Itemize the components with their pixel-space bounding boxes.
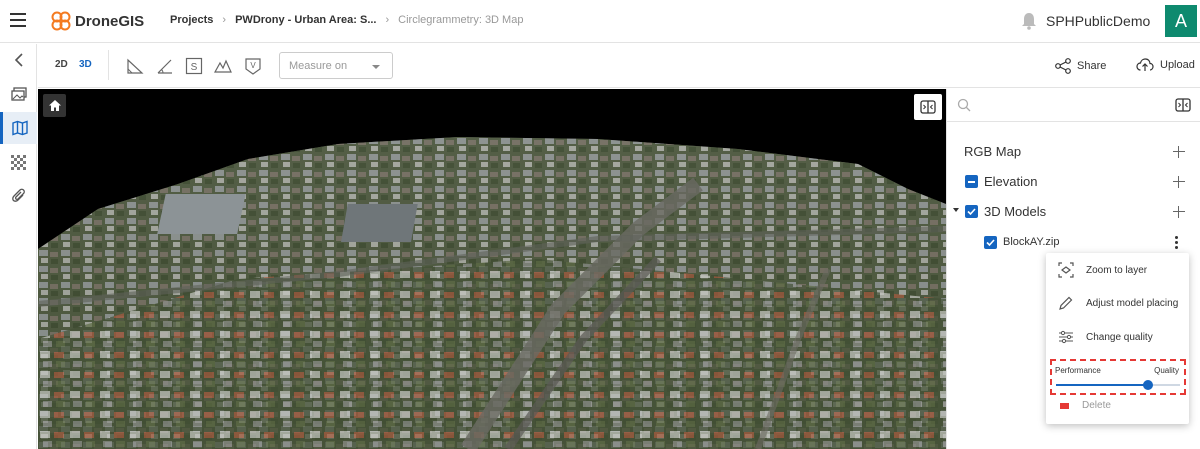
share-label: Share	[1077, 60, 1107, 72]
measure-profile-icon[interactable]	[214, 57, 232, 75]
gallery-icon	[10, 87, 27, 101]
home-button[interactable]	[43, 94, 66, 117]
checkbox-partial[interactable]	[965, 175, 978, 188]
zoom-to-layer-icon	[1058, 262, 1074, 278]
logo-icon	[51, 11, 71, 31]
layer-label: Elevation	[984, 174, 1038, 189]
search-icon	[957, 98, 971, 112]
layer-label: BlockAY.zip	[1003, 236, 1060, 248]
chevron-right-icon: ›	[222, 14, 227, 26]
breadcrumb: Projects › PWDrony - Urban Area: S... › …	[170, 14, 523, 26]
measure-area-icon[interactable]	[126, 57, 144, 75]
checkbox-checked[interactable]	[984, 236, 997, 249]
menu-item-label: Change quality	[1086, 332, 1153, 343]
tune-icon	[1059, 330, 1073, 344]
upload-label: Upload	[1160, 59, 1195, 71]
zoom-to-layer-item[interactable]: Zoom to layer	[1046, 254, 1189, 286]
top-header: DroneGIS Projects › PWDrony - Urban Area…	[0, 0, 1200, 43]
grid-button[interactable]	[0, 146, 37, 178]
share-icon	[1055, 58, 1071, 74]
mode-2d-button[interactable]: 2D	[55, 59, 68, 70]
menu-item-label: Zoom to layer	[1086, 265, 1148, 276]
more-vert-icon[interactable]	[1175, 236, 1179, 250]
app-name: DroneGIS	[75, 12, 145, 30]
svg-text:V: V	[250, 61, 256, 70]
quality-slider-highlight: Performance Quality	[1050, 359, 1186, 395]
bell-icon[interactable]	[1021, 12, 1037, 30]
city-3d-model[interactable]	[38, 89, 946, 449]
menu-icon[interactable]	[10, 13, 26, 27]
pencil-icon	[1059, 296, 1073, 310]
breadcrumb-current: Circlegrammetry: 3D Map	[398, 14, 524, 26]
delete-icon	[1060, 403, 1069, 409]
attachment-icon	[11, 188, 25, 202]
left-rail	[0, 44, 37, 449]
username[interactable]: SPHPublicDemo	[1046, 13, 1150, 29]
home-icon	[48, 100, 61, 111]
measure-surface-icon[interactable]: S	[185, 57, 203, 75]
breadcrumb-project[interactable]: PWDrony - Urban Area: S...	[235, 14, 376, 26]
back-button[interactable]	[0, 44, 37, 76]
check-icon	[986, 239, 995, 247]
measure-on-placeholder: Measure on	[289, 60, 348, 72]
breadcrumb-projects[interactable]: Projects	[170, 14, 213, 26]
measure-volume-icon[interactable]: V	[244, 57, 262, 75]
toolbar-divider	[108, 50, 109, 80]
map-toolbar: 2D 3D S V Measure on Share Upload	[38, 44, 1200, 88]
quality-label: Quality	[1154, 366, 1179, 375]
checkbox-checked[interactable]	[965, 205, 978, 218]
layer-search-input[interactable]	[975, 96, 1155, 114]
delete-item[interactable]: Delete	[1082, 400, 1111, 408]
map-button[interactable]	[0, 112, 37, 144]
layer-context-menu: Zoom to layer Adjust model placing Chang…	[1046, 253, 1189, 424]
change-quality-item[interactable]: Change quality	[1046, 321, 1189, 353]
logo[interactable]: DroneGIS	[50, 10, 144, 32]
attachment-button[interactable]	[0, 180, 37, 212]
grid-icon	[11, 154, 26, 170]
adjust-model-placing-item[interactable]: Adjust model placing	[1046, 287, 1189, 319]
measure-angle-icon[interactable]	[156, 57, 174, 75]
caret-down-icon	[372, 65, 380, 69]
layer-label: 3D Models	[984, 204, 1047, 219]
chevron-left-icon	[14, 53, 23, 67]
mode-3d-button[interactable]: 3D	[79, 59, 92, 70]
add-icon[interactable]	[1173, 206, 1185, 218]
slider-thumb[interactable]	[1142, 380, 1153, 390]
map-icon	[12, 120, 28, 136]
add-icon[interactable]	[1173, 146, 1185, 158]
map-3d-viewport[interactable]	[38, 89, 946, 449]
menu-item-label: Adjust model placing	[1086, 298, 1179, 309]
upload-button[interactable]: Upload	[1136, 58, 1195, 72]
performance-label: Performance	[1055, 366, 1101, 375]
split-view-icon	[920, 100, 936, 114]
split-view-button[interactable]	[914, 94, 942, 120]
check-icon	[967, 208, 976, 216]
quality-slider[interactable]	[1056, 380, 1180, 390]
add-icon[interactable]	[1173, 176, 1185, 188]
slider-fill	[1056, 384, 1148, 386]
measure-on-select[interactable]: Measure on	[279, 52, 393, 79]
layer-label: RGB Map	[964, 144, 1022, 159]
share-button[interactable]: Share	[1055, 58, 1106, 74]
gallery-button[interactable]	[0, 78, 37, 110]
svg-text:S: S	[191, 62, 198, 73]
split-view-icon[interactable]	[1175, 98, 1191, 112]
chevron-right-icon: ›	[385, 14, 390, 26]
expand-caret-icon[interactable]	[953, 208, 959, 212]
layer-search[interactable]	[947, 89, 1200, 122]
upload-icon	[1136, 58, 1154, 71]
avatar[interactable]: A	[1165, 5, 1197, 37]
